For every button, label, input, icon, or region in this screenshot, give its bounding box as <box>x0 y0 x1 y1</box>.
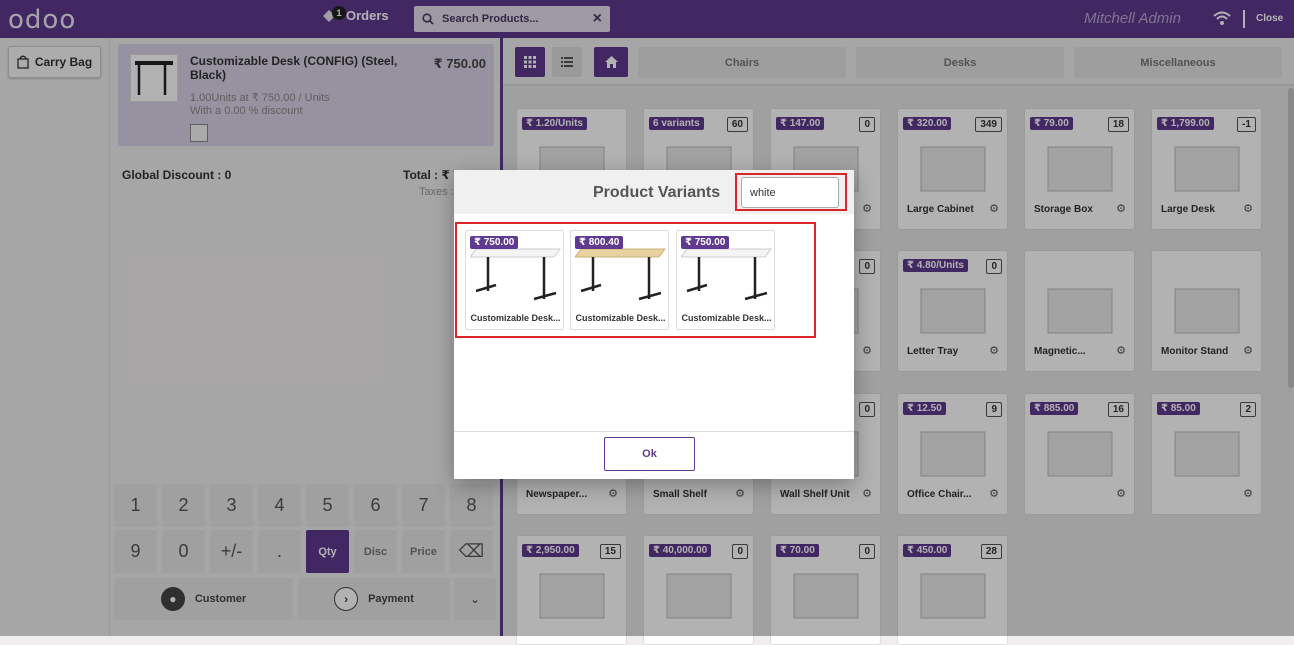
variant-card[interactable]: ₹ 750.00 Customizable Desk... <box>676 230 775 330</box>
variant-card[interactable]: ₹ 800.40 Customizable Desk... <box>570 230 669 330</box>
ok-button[interactable]: Ok <box>604 437 695 471</box>
variant-price: ₹ 750.00 <box>681 236 730 249</box>
variant-card[interactable]: ₹ 750.00 Customizable Desk... <box>465 230 564 330</box>
dialog-title: Product Variants <box>593 184 721 201</box>
product-variants-dialog: Product Variants ₹ 750.00 Customizable D… <box>454 170 854 479</box>
variant-search-input[interactable] <box>741 177 839 208</box>
variant-name: Customizable Desk... <box>681 313 772 323</box>
desk-image <box>681 248 772 301</box>
dialog-footer-divider <box>454 431 854 432</box>
variant-name: Customizable Desk... <box>575 313 666 323</box>
variant-price: ₹ 750.00 <box>470 236 519 249</box>
variant-price: ₹ 800.40 <box>575 236 624 249</box>
desk-image <box>470 248 561 301</box>
variant-name: Customizable Desk... <box>470 313 561 323</box>
desk-image <box>575 248 666 301</box>
